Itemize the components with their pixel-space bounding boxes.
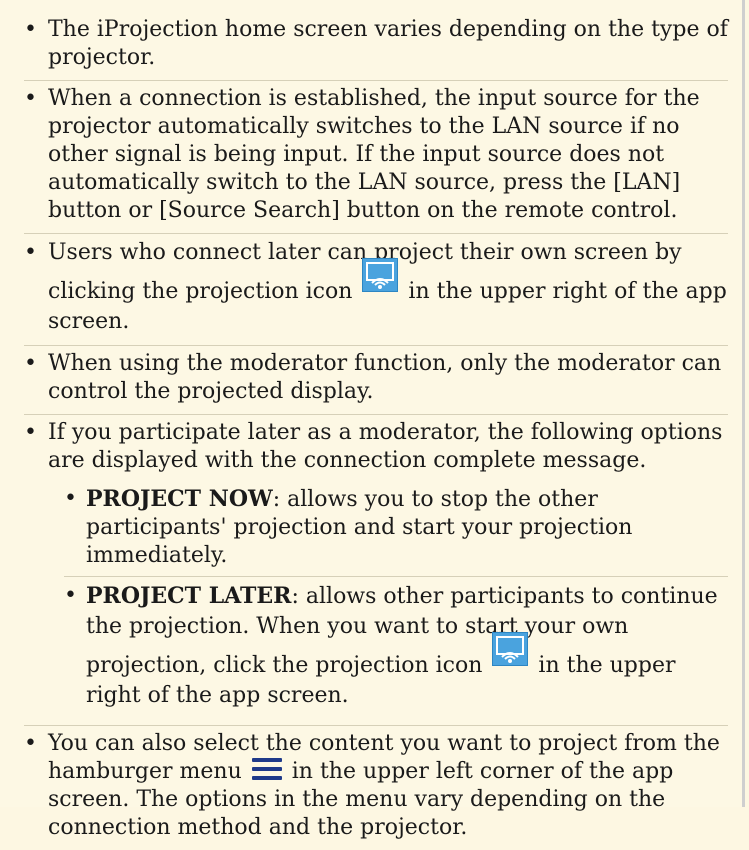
sub-item: PROJECT NOW: allows you to stop the othe… xyxy=(64,481,728,577)
note-text: When a connection is established, the in… xyxy=(48,86,700,223)
note-text: The iProjection home screen varies depen… xyxy=(48,17,728,70)
note-text: When using the moderator function, only … xyxy=(48,351,722,404)
hamburger-menu-icon xyxy=(251,758,282,780)
note-text: If you participate later as a moderator,… xyxy=(48,420,723,473)
projection-icon xyxy=(362,258,399,292)
note-item: Users who connect later can project thei… xyxy=(24,234,728,346)
option-term: PROJECT LATER xyxy=(86,583,292,609)
notes-list: The iProjection home screen varies depen… xyxy=(0,0,742,850)
option-term: PROJECT NOW xyxy=(86,486,273,512)
note-item: You can also select the content you want… xyxy=(24,726,728,850)
projection-icon xyxy=(492,632,529,666)
sub-item: PROJECT LATER: allows other participants… xyxy=(64,577,728,717)
note-item: The iProjection home screen varies depen… xyxy=(24,12,728,81)
note-item: If you participate later as a moderator,… xyxy=(24,415,728,726)
note-box: The iProjection home screen varies depen… xyxy=(0,0,745,840)
note-item: When using the moderator function, only … xyxy=(24,346,728,415)
note-item: When a connection is established, the in… xyxy=(24,81,728,234)
sub-list: PROJECT NOW: allows you to stop the othe… xyxy=(48,481,728,717)
